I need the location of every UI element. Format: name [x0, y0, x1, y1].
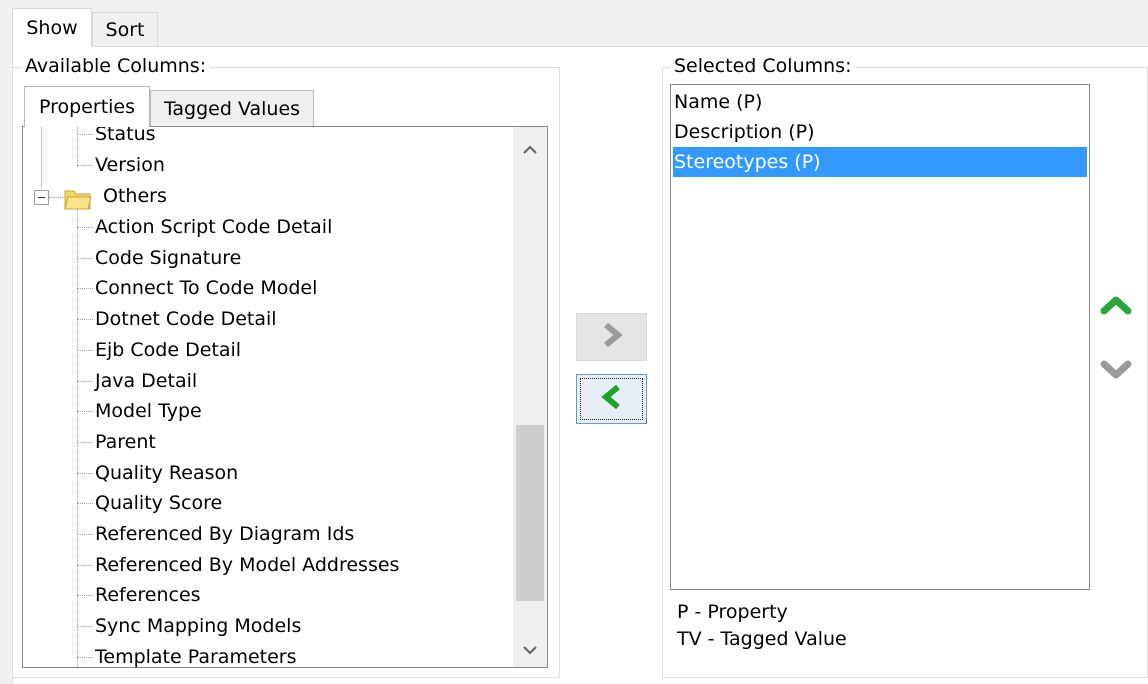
tab-properties[interactable]: Properties: [24, 86, 150, 127]
tab-properties-label: Properties: [38, 96, 136, 118]
focus-indicator: [580, 378, 643, 420]
scroll-thumb[interactable]: [516, 425, 544, 601]
chevron-up-icon: [1100, 296, 1132, 321]
tree-item[interactable]: Referenced By Model Addresses: [95, 550, 399, 580]
tab-tagged-values-label: Tagged Values: [163, 98, 301, 120]
tree-connector: [77, 657, 93, 658]
legend-property: P - Property: [677, 601, 788, 623]
tree-connector: [77, 565, 93, 566]
tree-connector: [77, 473, 93, 474]
tab-show-label: Show: [26, 17, 78, 39]
available-columns-title: Available Columns:: [21, 55, 211, 77]
tree-item[interactable]: Sync Mapping Models: [95, 611, 301, 641]
add-column-button[interactable]: [576, 313, 647, 361]
tree-item[interactable]: Connect To Code Model: [95, 273, 317, 303]
tab-show[interactable]: Show: [12, 8, 92, 47]
tab-tagged-values[interactable]: Tagged Values: [150, 90, 314, 127]
tree-children-line: [77, 207, 78, 667]
tree-folder-others[interactable]: Others: [103, 181, 167, 211]
move-down-button[interactable]: [1100, 358, 1132, 386]
tree-item[interactable]: Code Signature: [95, 243, 241, 273]
tree-connector: [77, 134, 93, 135]
tree-item[interactable]: Template Parameters: [95, 642, 297, 667]
tree-connector: [77, 288, 93, 289]
tabstrip-divider: [12, 46, 1148, 47]
tree-item[interactable]: Ejb Code Detail: [95, 335, 241, 365]
tree-connector: [77, 442, 93, 443]
selected-columns-list[interactable]: Name (P) Description (P) Stereotypes (P): [670, 84, 1090, 590]
tree-item[interactable]: Quality Reason: [95, 458, 238, 488]
tree-item[interactable]: References: [95, 580, 201, 610]
list-item[interactable]: Description (P): [673, 117, 1087, 147]
tree-connector: [77, 381, 93, 382]
tree-connector: [77, 319, 93, 320]
tree-item[interactable]: Action Script Code Detail: [95, 212, 332, 242]
legend-tagged-value: TV - Tagged Value: [677, 628, 847, 650]
tree-root-line: [41, 127, 42, 197]
tree-item[interactable]: Quality Score: [95, 488, 222, 518]
tree-item[interactable]: Referenced By Diagram Ids: [95, 519, 354, 549]
tree-connector: [49, 197, 63, 198]
tree-connector: [77, 227, 93, 228]
chevron-right-icon: [601, 322, 623, 353]
tab-sort-label: Sort: [105, 18, 145, 41]
tree-connector: [77, 350, 93, 351]
scroll-down-arrow[interactable]: [513, 637, 547, 663]
tree-connector: [77, 503, 93, 504]
scroll-up-arrow[interactable]: [513, 137, 547, 163]
collapse-toggle[interactable]: [34, 190, 49, 205]
tree-item[interactable]: Model Type: [95, 396, 202, 426]
selected-columns-title: Selected Columns:: [670, 55, 856, 77]
tree-branch-line: [77, 127, 78, 165]
chevron-down-icon: [1100, 360, 1132, 387]
tree-scrollbar[interactable]: [513, 127, 547, 667]
remove-column-button[interactable]: [576, 374, 647, 424]
tree-item[interactable]: Parent: [95, 427, 156, 457]
tree-item[interactable]: Status: [95, 127, 156, 149]
tree-connector: [77, 411, 93, 412]
folder-icon: [63, 185, 93, 211]
tree-item[interactable]: Java Detail: [95, 366, 197, 396]
tree-connector: [77, 626, 93, 627]
tree-connector: [77, 165, 93, 166]
tree-connector: [77, 534, 93, 535]
list-item[interactable]: Name (P): [673, 87, 1087, 117]
list-item-selected[interactable]: Stereotypes (P): [673, 147, 1087, 177]
properties-tree[interactable]: Status Version Others Action Script Code…: [22, 126, 548, 668]
tree-item[interactable]: Dotnet Code Detail: [95, 304, 277, 334]
tree-connector: [77, 258, 93, 259]
move-up-button[interactable]: [1100, 292, 1132, 320]
tree-connector: [77, 595, 93, 596]
tab-sort[interactable]: Sort: [92, 12, 158, 46]
tree-item[interactable]: Version: [95, 150, 165, 180]
